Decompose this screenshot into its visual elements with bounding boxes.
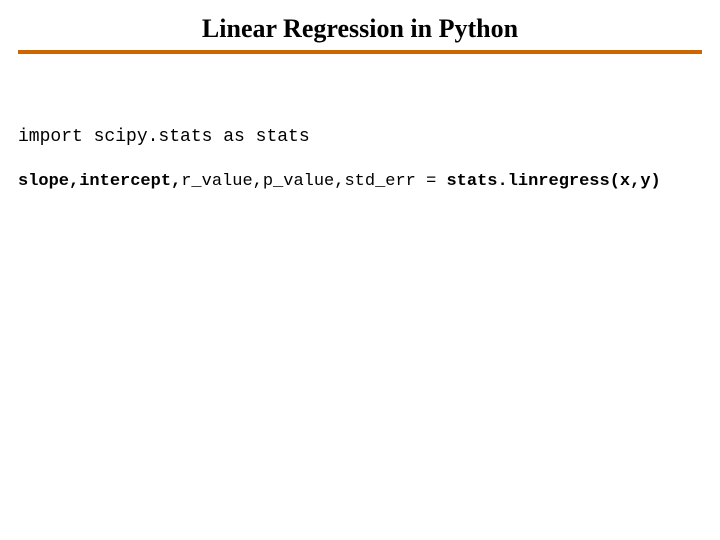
- code-plain-vars: r_value,p_value,std_err: [181, 172, 416, 191]
- slide: Linear Regression in Python import scipy…: [0, 0, 720, 540]
- content-area: import scipy.stats as stats slope,interc…: [0, 54, 720, 193]
- code-bold-vars: slope,intercept,: [18, 172, 181, 191]
- code-import-line: import scipy.stats as stats: [18, 126, 702, 149]
- code-linregress-line: slope,intercept,r_value,p_value,std_err …: [18, 171, 702, 193]
- code-bold-call: stats.linregress(x,y): [446, 172, 660, 191]
- code-equals: =: [416, 172, 447, 191]
- page-title: Linear Regression in Python: [0, 14, 720, 44]
- title-wrap: Linear Regression in Python: [0, 0, 720, 50]
